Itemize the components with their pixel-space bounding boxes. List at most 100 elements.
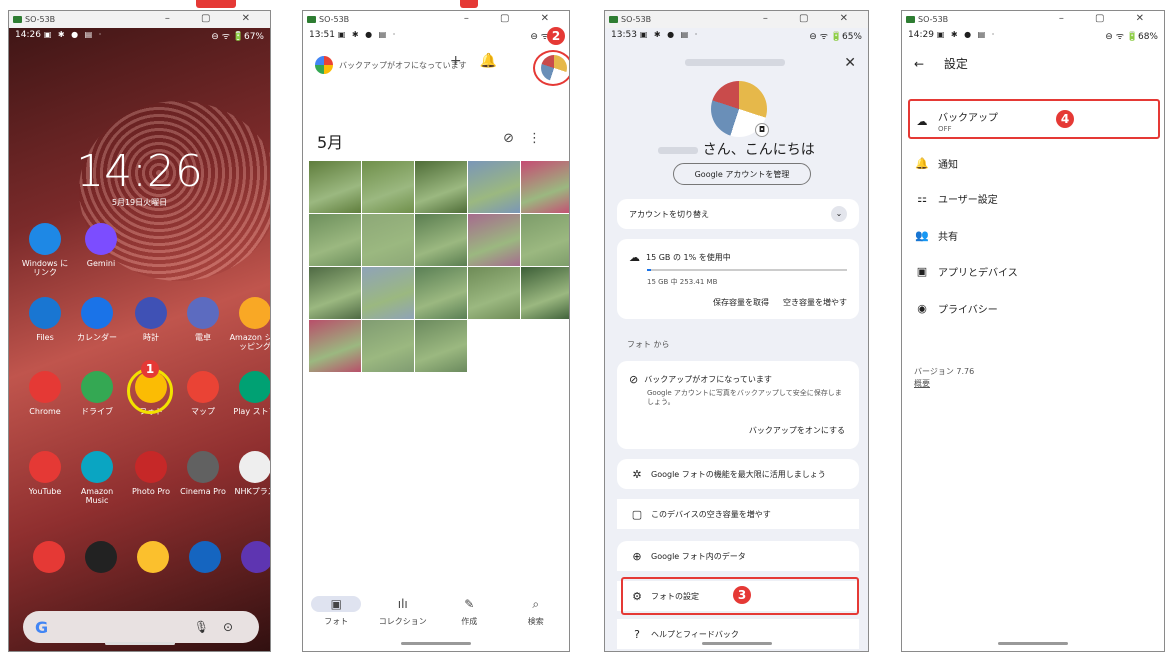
close-icon[interactable]: ✕ [844, 55, 856, 71]
menu-row-label: Google フォト内のデータ [651, 551, 746, 561]
app-icon-4[interactable]: 時計 [125, 297, 177, 342]
app-icon-12[interactable]: YouTube [19, 451, 71, 496]
app-icon-6[interactable]: Amazon ショッピング [229, 297, 270, 351]
menu-row-1[interactable]: ▢ このデバイスの空き容量を増やす [617, 499, 859, 529]
photo-thumbnail[interactable] [362, 161, 414, 213]
nav-tab-label: 作成 [461, 617, 478, 626]
photo-thumbnail[interactable] [415, 320, 467, 372]
nav-tab-2[interactable]: ✎ 作成 [444, 596, 494, 627]
app-glyph-icon [135, 297, 167, 329]
nav-tab-0[interactable]: ▣ フォト [311, 596, 362, 627]
storage-bar-fill [647, 269, 651, 271]
photo-thumbnail[interactable] [521, 267, 569, 319]
music-player-icon[interactable] [231, 541, 270, 577]
select-icon[interactable]: ⊘ [503, 131, 528, 146]
setting-item-2[interactable]: 👥 共有 [914, 228, 958, 243]
camera-icon[interactable]: ◘ [755, 123, 769, 137]
bravia-app-icon[interactable] [75, 541, 127, 577]
app-icon-5[interactable]: 電卓 [177, 297, 229, 342]
switch-account-row[interactable]: アカウントを切り替え ⌄ [617, 199, 859, 229]
nav-tab-label: コレクション [378, 617, 427, 626]
window-controls[interactable]: – ▢ ✕ [464, 13, 563, 24]
free-space-link[interactable]: 空き容量を増やす [783, 297, 847, 308]
photo-thumbnail[interactable] [468, 214, 520, 266]
status-right: ⊖ ᯤ 🔋67% [211, 31, 264, 42]
get-storage-link[interactable]: 保存容量を取得 [713, 297, 769, 308]
nav-tab-label: 検索 [527, 617, 544, 626]
bell-icon[interactable]: 🔔 [480, 53, 515, 69]
photo-thumbnail[interactable] [362, 267, 414, 319]
photo-thumbnail[interactable] [362, 320, 414, 372]
window-controls[interactable]: – ▢ ✕ [763, 13, 862, 24]
app-icon-7[interactable]: Chrome [19, 371, 71, 416]
settings-app-icon[interactable] [179, 541, 231, 577]
photo-thumbnail[interactable] [415, 214, 467, 266]
account-menu-phone: SO-53B – ▢ ✕ 13:53 ▣ ✱ ● ▤ · ⊖ ᯤ 🔋65% ✕ … [604, 10, 869, 652]
window-controls[interactable]: – ▢ ✕ [165, 13, 264, 24]
app-label: Photo Pro [131, 487, 171, 496]
app-icon-14[interactable]: Photo Pro [125, 451, 177, 496]
app-icon-10[interactable]: マップ [177, 371, 229, 416]
turn-on-backup-button[interactable]: バックアップをオンにする [749, 425, 845, 436]
menu-row-2[interactable]: ⊕ Google フォト内のデータ [617, 541, 859, 571]
app-label: Gemini [86, 259, 116, 268]
overview-link[interactable]: 概要 [914, 378, 974, 390]
photo-thumbnail[interactable] [362, 214, 414, 266]
setting-item-label: 通知 [938, 160, 958, 171]
photo-thumbnail[interactable] [309, 214, 361, 266]
gesture-bar[interactable] [401, 642, 471, 645]
month-actions: ⊘⋮ [503, 131, 555, 146]
setting-item-1[interactable]: ⚏ ユーザー設定 [914, 191, 998, 206]
photo-thumbnail[interactable] [468, 161, 520, 213]
app-icon-3[interactable]: カレンダー [71, 297, 123, 342]
setting-item-4[interactable]: ◉ プライバシー [914, 301, 998, 316]
photo-thumbnail[interactable] [415, 267, 467, 319]
app-icon-13[interactable]: Amazon Music [71, 451, 123, 505]
gesture-bar[interactable] [998, 642, 1068, 645]
more-icon[interactable]: ⋮ [528, 131, 555, 146]
setting-item-0[interactable]: 🔔 通知 [914, 156, 958, 171]
chevron-down-icon[interactable]: ⌄ [831, 206, 847, 222]
setting-item-icon: 🔔 [915, 157, 929, 170]
back-arrow-icon[interactable]: ← [914, 57, 924, 71]
settings-phone: SO-53B – ▢ ✕ 14:29 ▣ ✱ ● ▤ · ⊖ ᯤ 🔋68% ← … [901, 10, 1165, 652]
menu-row-0[interactable]: ✲ Google フォトの機能を最大限に活用しましょう [617, 459, 859, 489]
manage-account-button[interactable]: Google アカウントを管理 [673, 163, 811, 185]
add-icon[interactable]: + [450, 53, 480, 69]
app-icon-8[interactable]: ドライブ [71, 371, 123, 416]
photo-thumbnail[interactable] [309, 161, 361, 213]
storage-detail: 15 GB 中 253.41 MB [647, 278, 718, 286]
photo-thumbnail[interactable] [521, 214, 569, 266]
lens-icon[interactable]: ⊙ [223, 620, 247, 634]
photo-thumbnail[interactable] [309, 320, 361, 372]
app-icon-16[interactable]: NHKプラス [229, 451, 270, 496]
backup-off-desc: Google アカウントに写真をバックアップして安全に保存しましょう。 [647, 389, 842, 406]
photo-thumbnail[interactable] [468, 267, 520, 319]
top-annotation-strip [0, 0, 1165, 8]
app-window-icon [307, 16, 316, 23]
avatar-highlight [533, 50, 569, 86]
setting-item-3[interactable]: ▣ アプリとデバイス [914, 264, 1018, 279]
gesture-bar[interactable] [104, 642, 175, 645]
mic-icon[interactable]: 🎙 [194, 620, 223, 634]
backup-off-notice[interactable]: バックアップがオフになっています [339, 60, 467, 71]
photo-thumbnail[interactable] [521, 161, 569, 213]
app-icon-11[interactable]: Play ストア [229, 371, 270, 416]
app-glyph-icon [187, 297, 219, 329]
window-controls[interactable]: – ▢ ✕ [1059, 13, 1158, 24]
smile-app-icon[interactable] [127, 541, 179, 577]
app-icon-15[interactable]: Cinema Pro [177, 451, 229, 496]
app-icon-0[interactable]: Windows にリンク [19, 223, 71, 277]
music-app-icon[interactable] [23, 541, 75, 577]
google-search-bar[interactable]: G 🎙⊙ [23, 611, 259, 643]
app-icon-2[interactable]: Files [19, 297, 71, 342]
nav-tab-1[interactable]: ılı コレクション [378, 596, 428, 627]
gesture-bar[interactable] [701, 642, 772, 645]
settings-header: ← 設定 [914, 55, 968, 72]
app-icon-1[interactable]: Gemini [75, 223, 127, 268]
photo-thumbnail[interactable] [415, 161, 467, 213]
nav-tab-3[interactable]: ⌕ 検索 [511, 596, 561, 627]
status-bar: 13:53 ▣ ✱ ● ▤ · ⊖ ᯤ 🔋65% [605, 28, 868, 42]
window-titlebar: SO-53B – ▢ ✕ [605, 11, 868, 28]
photo-thumbnail[interactable] [309, 267, 361, 319]
